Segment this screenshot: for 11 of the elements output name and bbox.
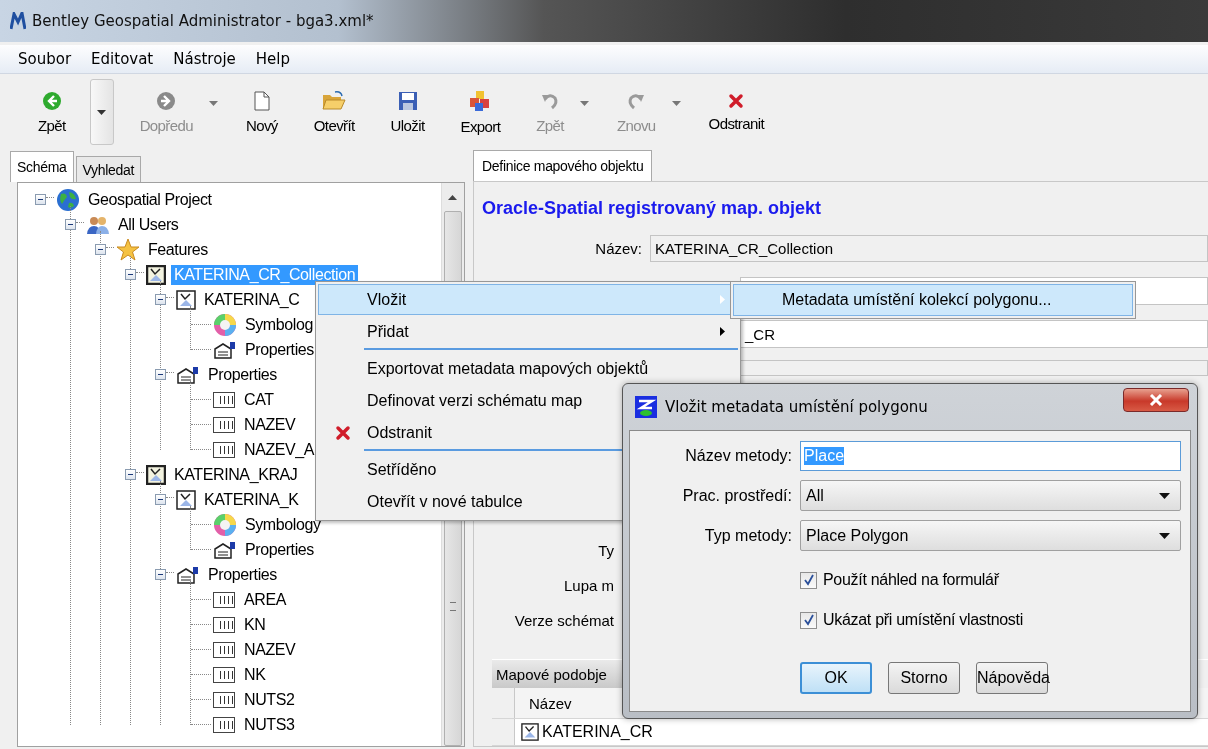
field-label: Prac. prostředí:	[681, 486, 792, 505]
field-label: Název:	[594, 240, 642, 257]
field-label: Ty	[598, 542, 614, 559]
field-label: Typ metody:	[703, 526, 792, 545]
field-label: Lupa m	[563, 577, 614, 594]
field-label: Verze schémat	[514, 612, 614, 629]
dialog-title: Vložit metadata umístění polygonu	[665, 398, 928, 416]
section-heading: Oracle-Spatial registrovaný map. objekt	[482, 198, 823, 219]
table-cell: KATERINA_CR	[542, 723, 653, 741]
window-title: Bentley Geospatial Administrator - bga3.xml*	[32, 12, 374, 30]
field-label: Název metody:	[684, 447, 792, 465]
